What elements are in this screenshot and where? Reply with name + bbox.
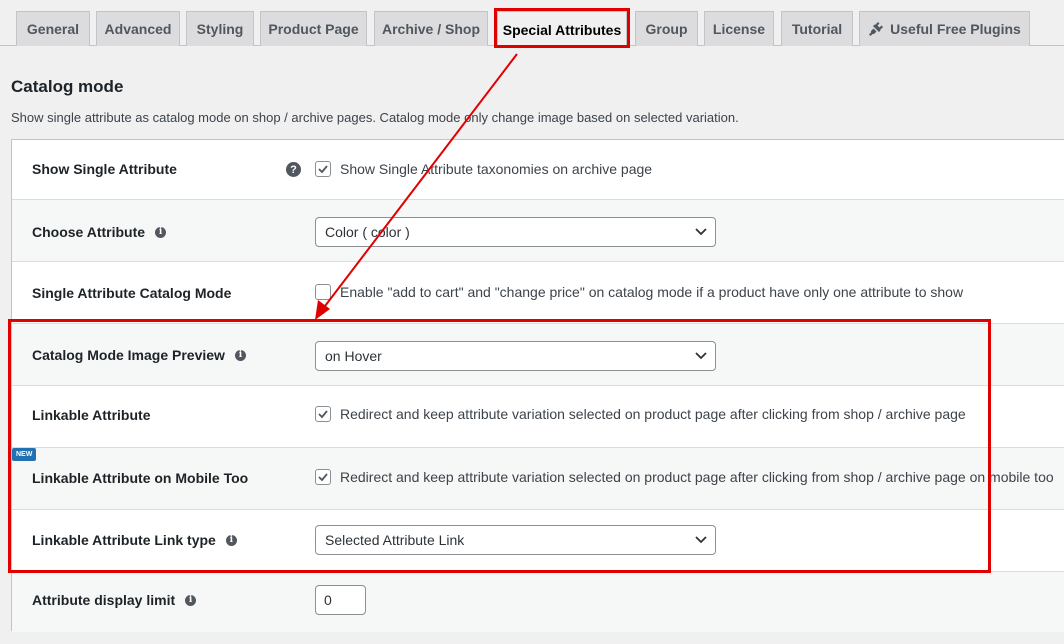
setting-label: Linkable Attribute (32, 407, 151, 423)
info-icon[interactable]: i (155, 226, 167, 238)
plug-icon (868, 21, 884, 37)
tab-label: Group (645, 21, 688, 37)
label-text: Linkable Attribute Link type (32, 532, 216, 548)
tab-advanced[interactable]: Advanced (96, 11, 180, 46)
tab-label: License (712, 21, 766, 37)
setting-label: Catalog Mode Image Preview i (32, 347, 246, 363)
catalog-mode-image-preview-select[interactable]: on Hover (315, 341, 716, 371)
label-text: Linkable Attribute on Mobile Too (32, 470, 249, 486)
row-catalog-mode-image-preview: Catalog Mode Image Preview i on Hover (12, 324, 1064, 386)
checkmark-icon (318, 165, 328, 174)
show-single-attribute-checkbox[interactable] (315, 161, 331, 177)
checkbox-label: Show Single Attribute taxonomies on arch… (340, 161, 653, 177)
info-icon[interactable]: i (234, 349, 246, 361)
select-value: Selected Attribute Link (325, 532, 465, 548)
single-attribute-catalog-mode-checkbox[interactable] (315, 284, 331, 300)
setting-label: Show Single Attribute (32, 161, 177, 177)
row-linkable-attribute-link-type: Linkable Attribute Link type i Selected A… (12, 510, 1064, 572)
row-attribute-display-limit: Attribute display limit i 0 (12, 572, 1064, 632)
linkable-attribute-checkbox[interactable] (315, 406, 331, 422)
setting-label: Linkable Attribute on Mobile Too (32, 470, 248, 486)
tab-useful-free-plugins[interactable]: Useful Free Plugins (859, 11, 1030, 46)
info-icon[interactable]: i (225, 534, 237, 546)
tab-tutorial[interactable]: Tutorial (781, 11, 853, 46)
choose-attribute-select[interactable]: Color ( color ) (315, 217, 716, 247)
linkable-attribute-mobile-option[interactable]: Redirect and keep attribute variation se… (315, 469, 1054, 485)
label-text: Attribute display limit (32, 592, 176, 608)
question-icon[interactable]: ? (286, 162, 301, 177)
settings-tab-bar: General Advanced Styling Product Page Ar… (0, 0, 1064, 47)
checkmark-icon (318, 473, 328, 482)
attribute-display-limit-input[interactable]: 0 (315, 585, 366, 615)
checkmark-icon (318, 410, 328, 419)
setting-label: Attribute display limit i (32, 592, 197, 608)
row-single-attribute-catalog-mode: Single Attribute Catalog Mode Enable "ad… (12, 262, 1064, 324)
row-linkable-attribute: Linkable Attribute Redirect and keep att… (12, 386, 1064, 448)
setting-label: Single Attribute Catalog Mode (32, 285, 231, 301)
tab-label: Product Page (268, 21, 359, 37)
linkable-attribute-option[interactable]: Redirect and keep attribute variation se… (315, 406, 966, 422)
tab-label: General (26, 21, 80, 37)
linkable-attribute-link-type-select[interactable]: Selected Attribute Link (315, 525, 716, 555)
tab-general[interactable]: General (16, 11, 90, 46)
single-attribute-catalog-mode-option[interactable]: Enable "add to cart" and "change price" … (315, 284, 963, 300)
row-linkable-attribute-mobile: NEW Linkable Attribute on Mobile Too Red… (12, 448, 1064, 510)
chevron-down-icon (695, 536, 707, 544)
chevron-down-icon (695, 352, 707, 360)
checkbox-label: Enable "add to cart" and "change price" … (340, 284, 964, 300)
tab-license[interactable]: License (704, 11, 774, 46)
tab-label: Special Attributes (502, 21, 622, 38)
checkbox-label: Redirect and keep attribute variation se… (340, 406, 966, 422)
label-text: Linkable Attribute (32, 407, 151, 423)
checkbox-label: Redirect and keep attribute variation se… (340, 469, 1054, 485)
tab-label: Tutorial (791, 21, 843, 37)
row-show-single-attribute: Show Single Attribute ? Show Single Attr… (12, 140, 1064, 200)
input-value: 0 (324, 592, 332, 608)
settings-panel: Show Single Attribute ? Show Single Attr… (11, 139, 1064, 632)
section-description: Show single attribute as catalog mode on… (11, 110, 739, 125)
select-value: on Hover (325, 348, 382, 364)
row-choose-attribute: Choose Attribute i Color ( color ) (12, 200, 1064, 262)
tab-archive-shop[interactable]: Archive / Shop (374, 11, 488, 46)
label-text: Single Attribute Catalog Mode (32, 285, 232, 301)
new-badge: NEW (12, 448, 37, 461)
tab-group[interactable]: Group (635, 11, 698, 46)
tab-special-attributes[interactable]: Special Attributes (497, 11, 627, 47)
chevron-down-icon (695, 228, 707, 236)
tab-label: Styling (196, 21, 244, 37)
setting-label: Choose Attribute i (32, 224, 167, 240)
setting-label: Linkable Attribute Link type i (32, 532, 237, 548)
tab-styling[interactable]: Styling (186, 11, 254, 46)
tab-label: Advanced (104, 21, 172, 37)
tab-product-page[interactable]: Product Page (260, 11, 367, 46)
label-text: Choose Attribute (32, 224, 146, 240)
select-value: Color ( color ) (325, 224, 410, 240)
tab-label: Useful Free Plugins (890, 21, 1021, 37)
label-text: Catalog Mode Image Preview (32, 347, 225, 363)
tab-label: Archive / Shop (381, 21, 481, 37)
info-icon[interactable]: i (185, 594, 197, 606)
show-single-attribute-option[interactable]: Show Single Attribute taxonomies on arch… (315, 161, 652, 177)
linkable-attribute-mobile-checkbox[interactable] (315, 469, 331, 485)
label-text: Show Single Attribute (32, 161, 177, 177)
section-title: Catalog mode (11, 77, 124, 96)
